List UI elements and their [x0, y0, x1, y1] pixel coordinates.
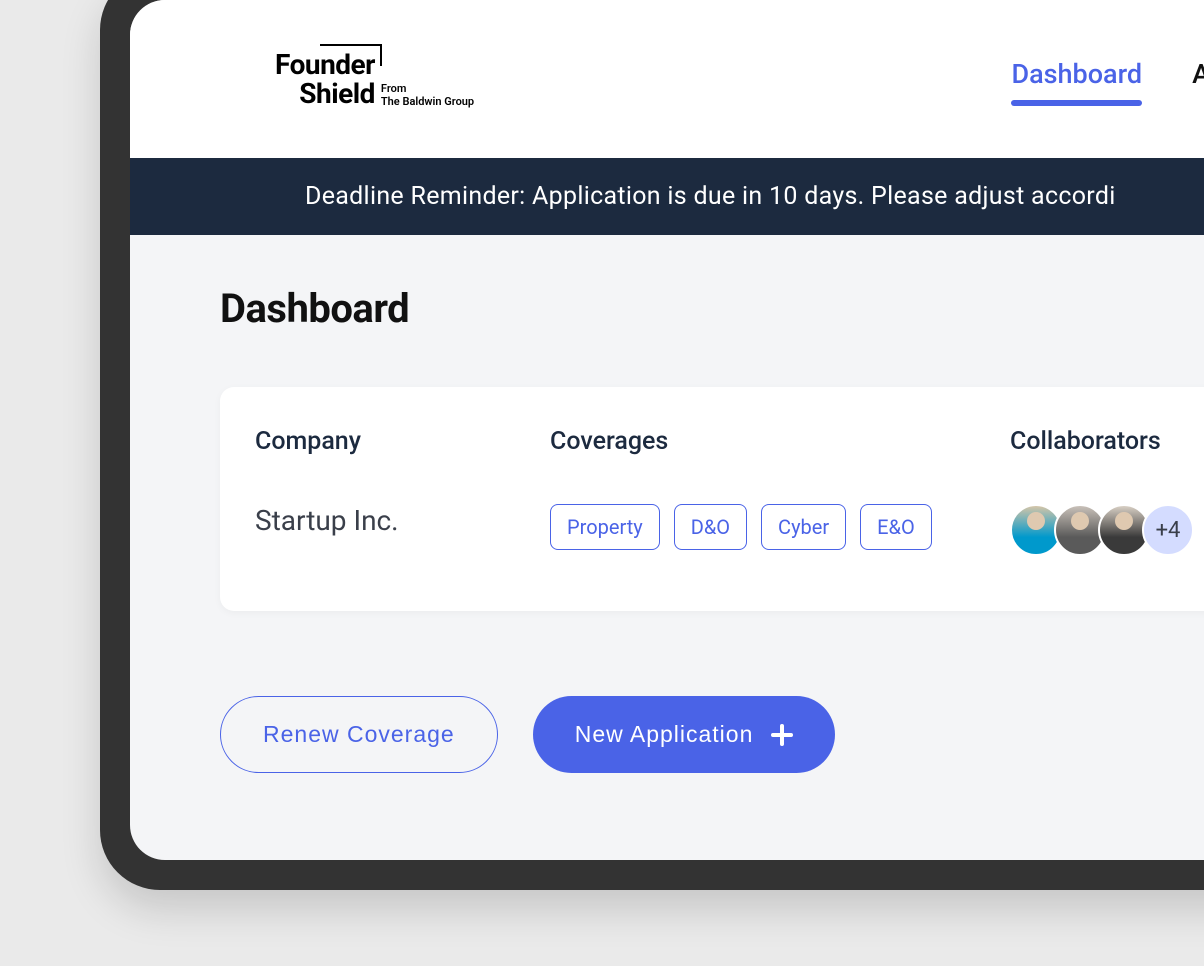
coverage-badge-do[interactable]: D&O	[674, 504, 747, 550]
plus-icon	[771, 724, 793, 746]
avatar-more[interactable]: +4	[1142, 504, 1194, 556]
new-application-button[interactable]: New Application	[533, 696, 836, 773]
logo-sub-line2: The Baldwin Group	[381, 95, 474, 108]
company-label: Company	[255, 427, 550, 456]
logo-line1: Founder	[275, 50, 375, 79]
new-application-label: New Application	[575, 721, 754, 748]
banner-text: Deadline Reminder: Application is due in…	[305, 182, 1116, 211]
main-content: Dashboard Company Startup Inc. Coverages…	[130, 235, 1204, 773]
header: Founder Shield From The Baldwin Group Da…	[130, 0, 1204, 158]
nav-item-partial[interactable]: A	[1192, 58, 1204, 100]
coverage-badge-property[interactable]: Property	[550, 504, 660, 550]
page-title: Dashboard	[220, 285, 1204, 332]
coverages-label: Coverages	[550, 427, 1010, 456]
device-frame: Founder Shield From The Baldwin Group Da…	[100, 0, 1204, 890]
main-nav: Dashboard A	[1011, 58, 1204, 100]
summary-card: Company Startup Inc. Coverages Property …	[220, 387, 1204, 611]
logo[interactable]: Founder Shield From The Baldwin Group	[275, 50, 474, 109]
app-screen: Founder Shield From The Baldwin Group Da…	[130, 0, 1204, 860]
renew-coverage-button[interactable]: Renew Coverage	[220, 696, 498, 773]
collaborators-label: Collaborators	[1010, 427, 1204, 456]
logo-line2: Shield	[275, 79, 375, 108]
coverage-badge-cyber[interactable]: Cyber	[761, 504, 846, 550]
coverage-badge-eo[interactable]: E&O	[860, 504, 932, 550]
deadline-banner: Deadline Reminder: Application is due in…	[130, 158, 1204, 235]
action-buttons: Renew Coverage New Application	[220, 696, 1204, 773]
company-name: Startup Inc.	[255, 504, 550, 537]
nav-dashboard[interactable]: Dashboard	[1011, 58, 1142, 100]
coverage-badges: Property D&O Cyber E&O	[550, 504, 1010, 550]
collaborator-avatars: +4	[1010, 504, 1204, 556]
logo-sub-line1: From	[381, 82, 474, 95]
